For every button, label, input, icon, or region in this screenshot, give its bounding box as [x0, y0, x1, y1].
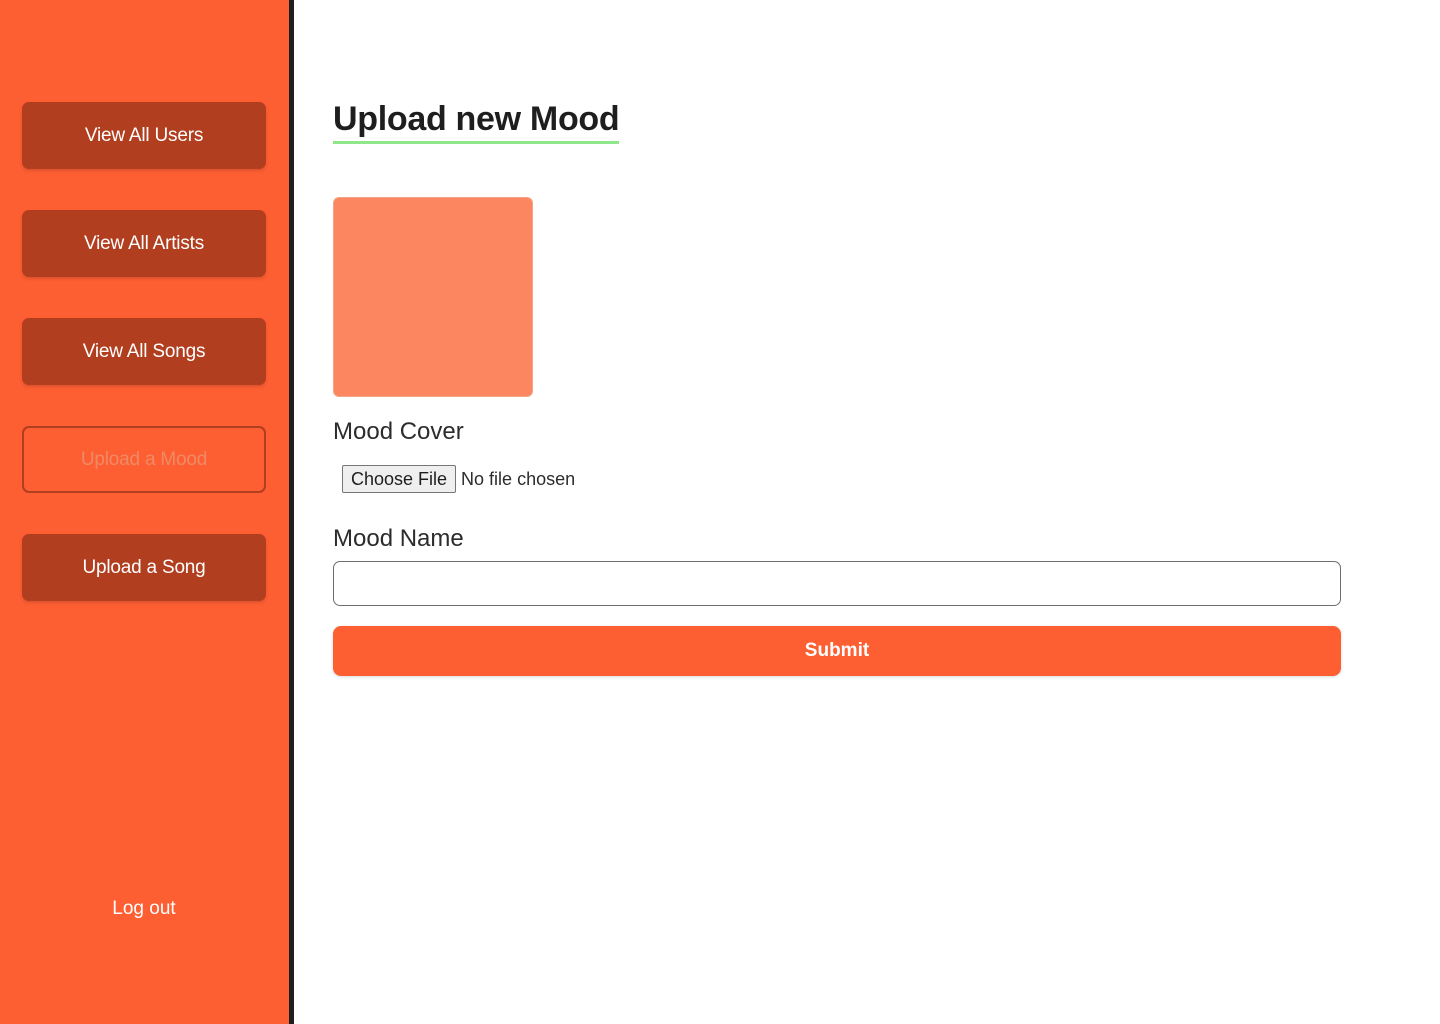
- sidebar-item-label: Upload a Song: [82, 556, 206, 578]
- sidebar-item-upload-a-mood[interactable]: Upload a Mood: [22, 426, 266, 493]
- page-title: Upload new Mood: [333, 100, 620, 144]
- sidebar-item-upload-a-song[interactable]: Upload a Song: [22, 534, 266, 601]
- choose-file-button[interactable]: Choose File: [342, 465, 457, 493]
- logout-link[interactable]: Log out: [22, 898, 266, 926]
- sidebar: View All Users View All Artists View All…: [0, 0, 294, 1024]
- sidebar-item-label: View All Users: [84, 124, 204, 146]
- sidebar-item-view-all-artists[interactable]: View All Artists: [22, 210, 266, 277]
- mood-cover-label: Mood Cover: [333, 418, 464, 445]
- submit-button[interactable]: Submit: [333, 626, 1341, 676]
- sidebar-item-label: Upload a Mood: [80, 448, 208, 470]
- mood-name-input[interactable]: [333, 561, 1341, 606]
- mood-cover-preview: [333, 197, 533, 397]
- sidebar-item-view-all-users[interactable]: View All Users: [22, 102, 266, 169]
- mood-cover-file-input: Choose File No file chosen: [342, 465, 575, 493]
- file-status-text: No file chosen: [461, 468, 576, 489]
- sidebar-item-label: View All Songs: [82, 340, 206, 362]
- mood-name-label: Mood Name: [333, 525, 464, 552]
- app-root: View All Users View All Artists View All…: [0, 0, 1440, 1024]
- sidebar-item-label: View All Artists: [84, 232, 204, 254]
- sidebar-item-view-all-songs[interactable]: View All Songs: [22, 318, 266, 385]
